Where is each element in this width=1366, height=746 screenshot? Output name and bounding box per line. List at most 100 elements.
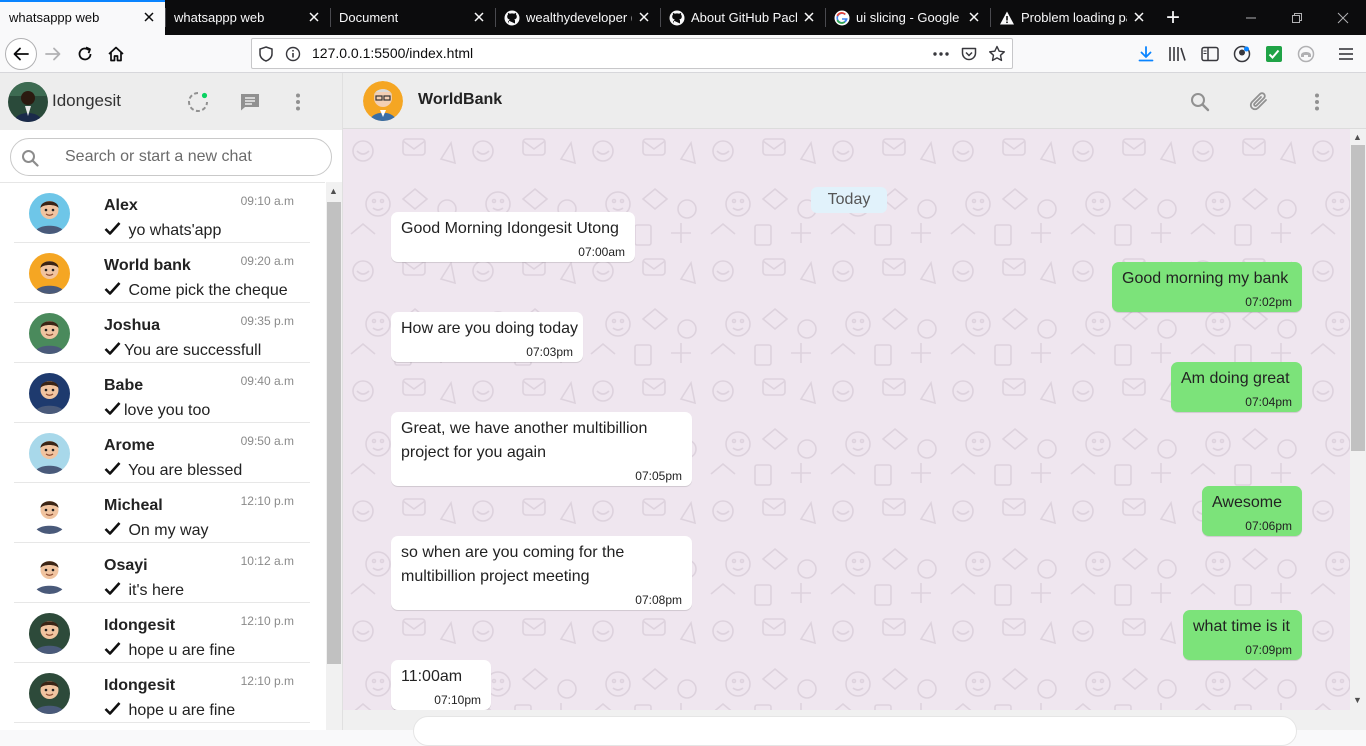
message-text-line: Good Morning Idongesit Utong [401,220,619,237]
status-icon[interactable] [186,90,210,114]
incoming-message[interactable]: Great, we have another multibillion proje… [391,412,692,486]
chat-name: Micheal [104,497,163,514]
message-input[interactable] [413,716,1297,746]
search-messages-icon[interactable] [1188,90,1212,114]
chat-list-item[interactable]: World bank 09:20 a.m Come pick the cheque [14,243,310,303]
chat-list-item[interactable]: Arome 09:50 a.m You are blessed [14,423,310,483]
chat-list-item[interactable]: Joshua 09:35 p.m You are successfull [14,303,310,363]
message-text-line: project for you again [401,444,546,461]
chat-list-item[interactable]: Micheal 12:10 p.m On my way [14,483,310,543]
bookmark-star-icon[interactable] [988,45,1006,63]
message-time: 07:09pm [1245,643,1292,657]
chat-list-item[interactable]: Idongesit 12:10 p.m hope u are fine [14,603,310,663]
scroll-up-icon[interactable]: ▲ [329,186,338,196]
message-time: 07:08pm [635,593,682,607]
menu-dots-icon[interactable] [286,90,310,114]
scroll-down-icon[interactable]: ▼ [1353,695,1362,705]
chat-time: 09:35 p.m [240,314,294,328]
search-box[interactable] [10,138,332,176]
conversation-scrollbar[interactable]: ▲ ▼ [1350,129,1366,710]
address-bar[interactable]: 127.0.0.1:5500/index.html [251,38,1013,69]
incoming-message[interactable]: Good Morning Idongesit Utong 07:00am [391,212,635,262]
page-actions-icon[interactable] [932,45,950,63]
warning-icon [999,10,1015,26]
pocket-icon[interactable] [960,45,978,63]
hamburger-menu-icon[interactable] [1336,44,1356,64]
close-tab-icon[interactable] [471,9,487,25]
browser-tab-title: Problem loading pa [1021,10,1127,25]
chat-list-item[interactable]: Babe 09:40 a.m love you too [14,363,310,423]
incoming-message[interactable]: 11:00am 07:10pm [391,660,491,710]
chat-avatar [29,433,70,474]
day-divider: Today [811,187,887,213]
reload-button[interactable] [70,39,100,69]
browser-tab[interactable]: whatsappp web [0,0,165,35]
url-text[interactable]: 127.0.0.1:5500/index.html [312,45,473,61]
my-name: Idongesit [52,91,121,110]
chat-name: Arome [104,437,155,454]
chat-avatar [29,373,70,414]
new-tab-button[interactable]: + [1155,0,1191,35]
incoming-message[interactable]: so when are you coming for the multibilli… [391,536,692,610]
incoming-message[interactable]: How are you doing today 07:03pm [391,312,583,362]
outgoing-message[interactable]: Good morning my bank 07:02pm [1112,262,1302,312]
browser-tab[interactable]: ui slicing - Google S [825,0,990,35]
scroll-up-icon[interactable]: ▲ [1353,132,1362,142]
read-check-icon [104,462,121,475]
search-input[interactable] [65,145,315,169]
outgoing-message[interactable]: Awesome 07:06pm [1202,486,1302,536]
forward-button[interactable] [38,39,68,69]
browser-tab[interactable]: Problem loading pa [990,0,1155,35]
close-tab-icon[interactable] [306,9,322,25]
message-text: what time is it [1193,615,1290,639]
chat-last-message-text: You are successfull [124,342,262,359]
my-avatar[interactable] [8,82,48,122]
close-tab-icon[interactable] [141,9,157,25]
new-chat-icon[interactable] [238,90,262,114]
chat-last-message-text: Come pick the cheque [124,282,288,299]
browser-nav-bar: 127.0.0.1:5500/index.html [0,35,1366,73]
back-button[interactable] [5,38,37,70]
info-icon[interactable] [284,45,302,63]
sidebar-toggle-icon[interactable] [1200,44,1220,64]
chat-list-item[interactable]: Idongesit 12:10 p.m hope u are fine [14,663,310,723]
close-tab-icon[interactable] [966,9,982,25]
message-text-line: Awesome [1212,494,1282,511]
message-text-line: Good morning my bank [1122,270,1289,287]
minimize-icon [1246,17,1256,18]
sidebar-scroll-thumb[interactable] [327,202,341,664]
close-window-button[interactable] [1320,0,1366,35]
close-tab-icon[interactable] [1131,9,1147,25]
conversation-menu-icon[interactable] [1305,90,1329,114]
home-button[interactable] [101,39,131,69]
chat-list-item[interactable]: Alex 09:10 a.m yo whats'app [14,183,310,243]
contact-avatar[interactable] [363,81,403,121]
search-bar [0,130,342,182]
browser-tab-title: Document [339,10,399,25]
browser-tab[interactable]: whatsappp web [165,0,330,35]
extension-mask-icon[interactable] [1296,44,1316,64]
close-tab-icon[interactable] [636,9,652,25]
conversation-scroll-thumb[interactable] [1351,145,1365,451]
message-time: 07:03pm [526,345,573,359]
shield-icon[interactable] [257,45,275,63]
sidebar-scrollbar[interactable]: ▲ [326,182,342,730]
contact-name[interactable]: WorldBank [418,91,502,109]
chat-time: 09:10 a.m [240,194,294,208]
extension-check-icon[interactable] [1264,44,1284,64]
browser-tab[interactable]: Document [330,0,495,35]
account-icon[interactable] [1232,44,1252,64]
download-icon[interactable] [1136,44,1156,64]
restore-button[interactable] [1274,0,1320,35]
outgoing-message[interactable]: Am doing great 07:04pm [1171,362,1302,412]
browser-tab[interactable]: About GitHub Pack [660,0,825,35]
chat-last-message-text: hope u are fine [124,702,236,719]
library-icon[interactable] [1168,44,1188,64]
attach-icon[interactable] [1247,90,1271,114]
chat-avatar [29,493,70,534]
browser-tab[interactable]: wealthydeveloper (I [495,0,660,35]
outgoing-message[interactable]: what time is it 07:09pm [1183,610,1302,660]
close-tab-icon[interactable] [801,9,817,25]
minimize-button[interactable] [1228,0,1274,35]
chat-list-item[interactable]: Osayi 10:12 a.m it's here [14,543,310,603]
